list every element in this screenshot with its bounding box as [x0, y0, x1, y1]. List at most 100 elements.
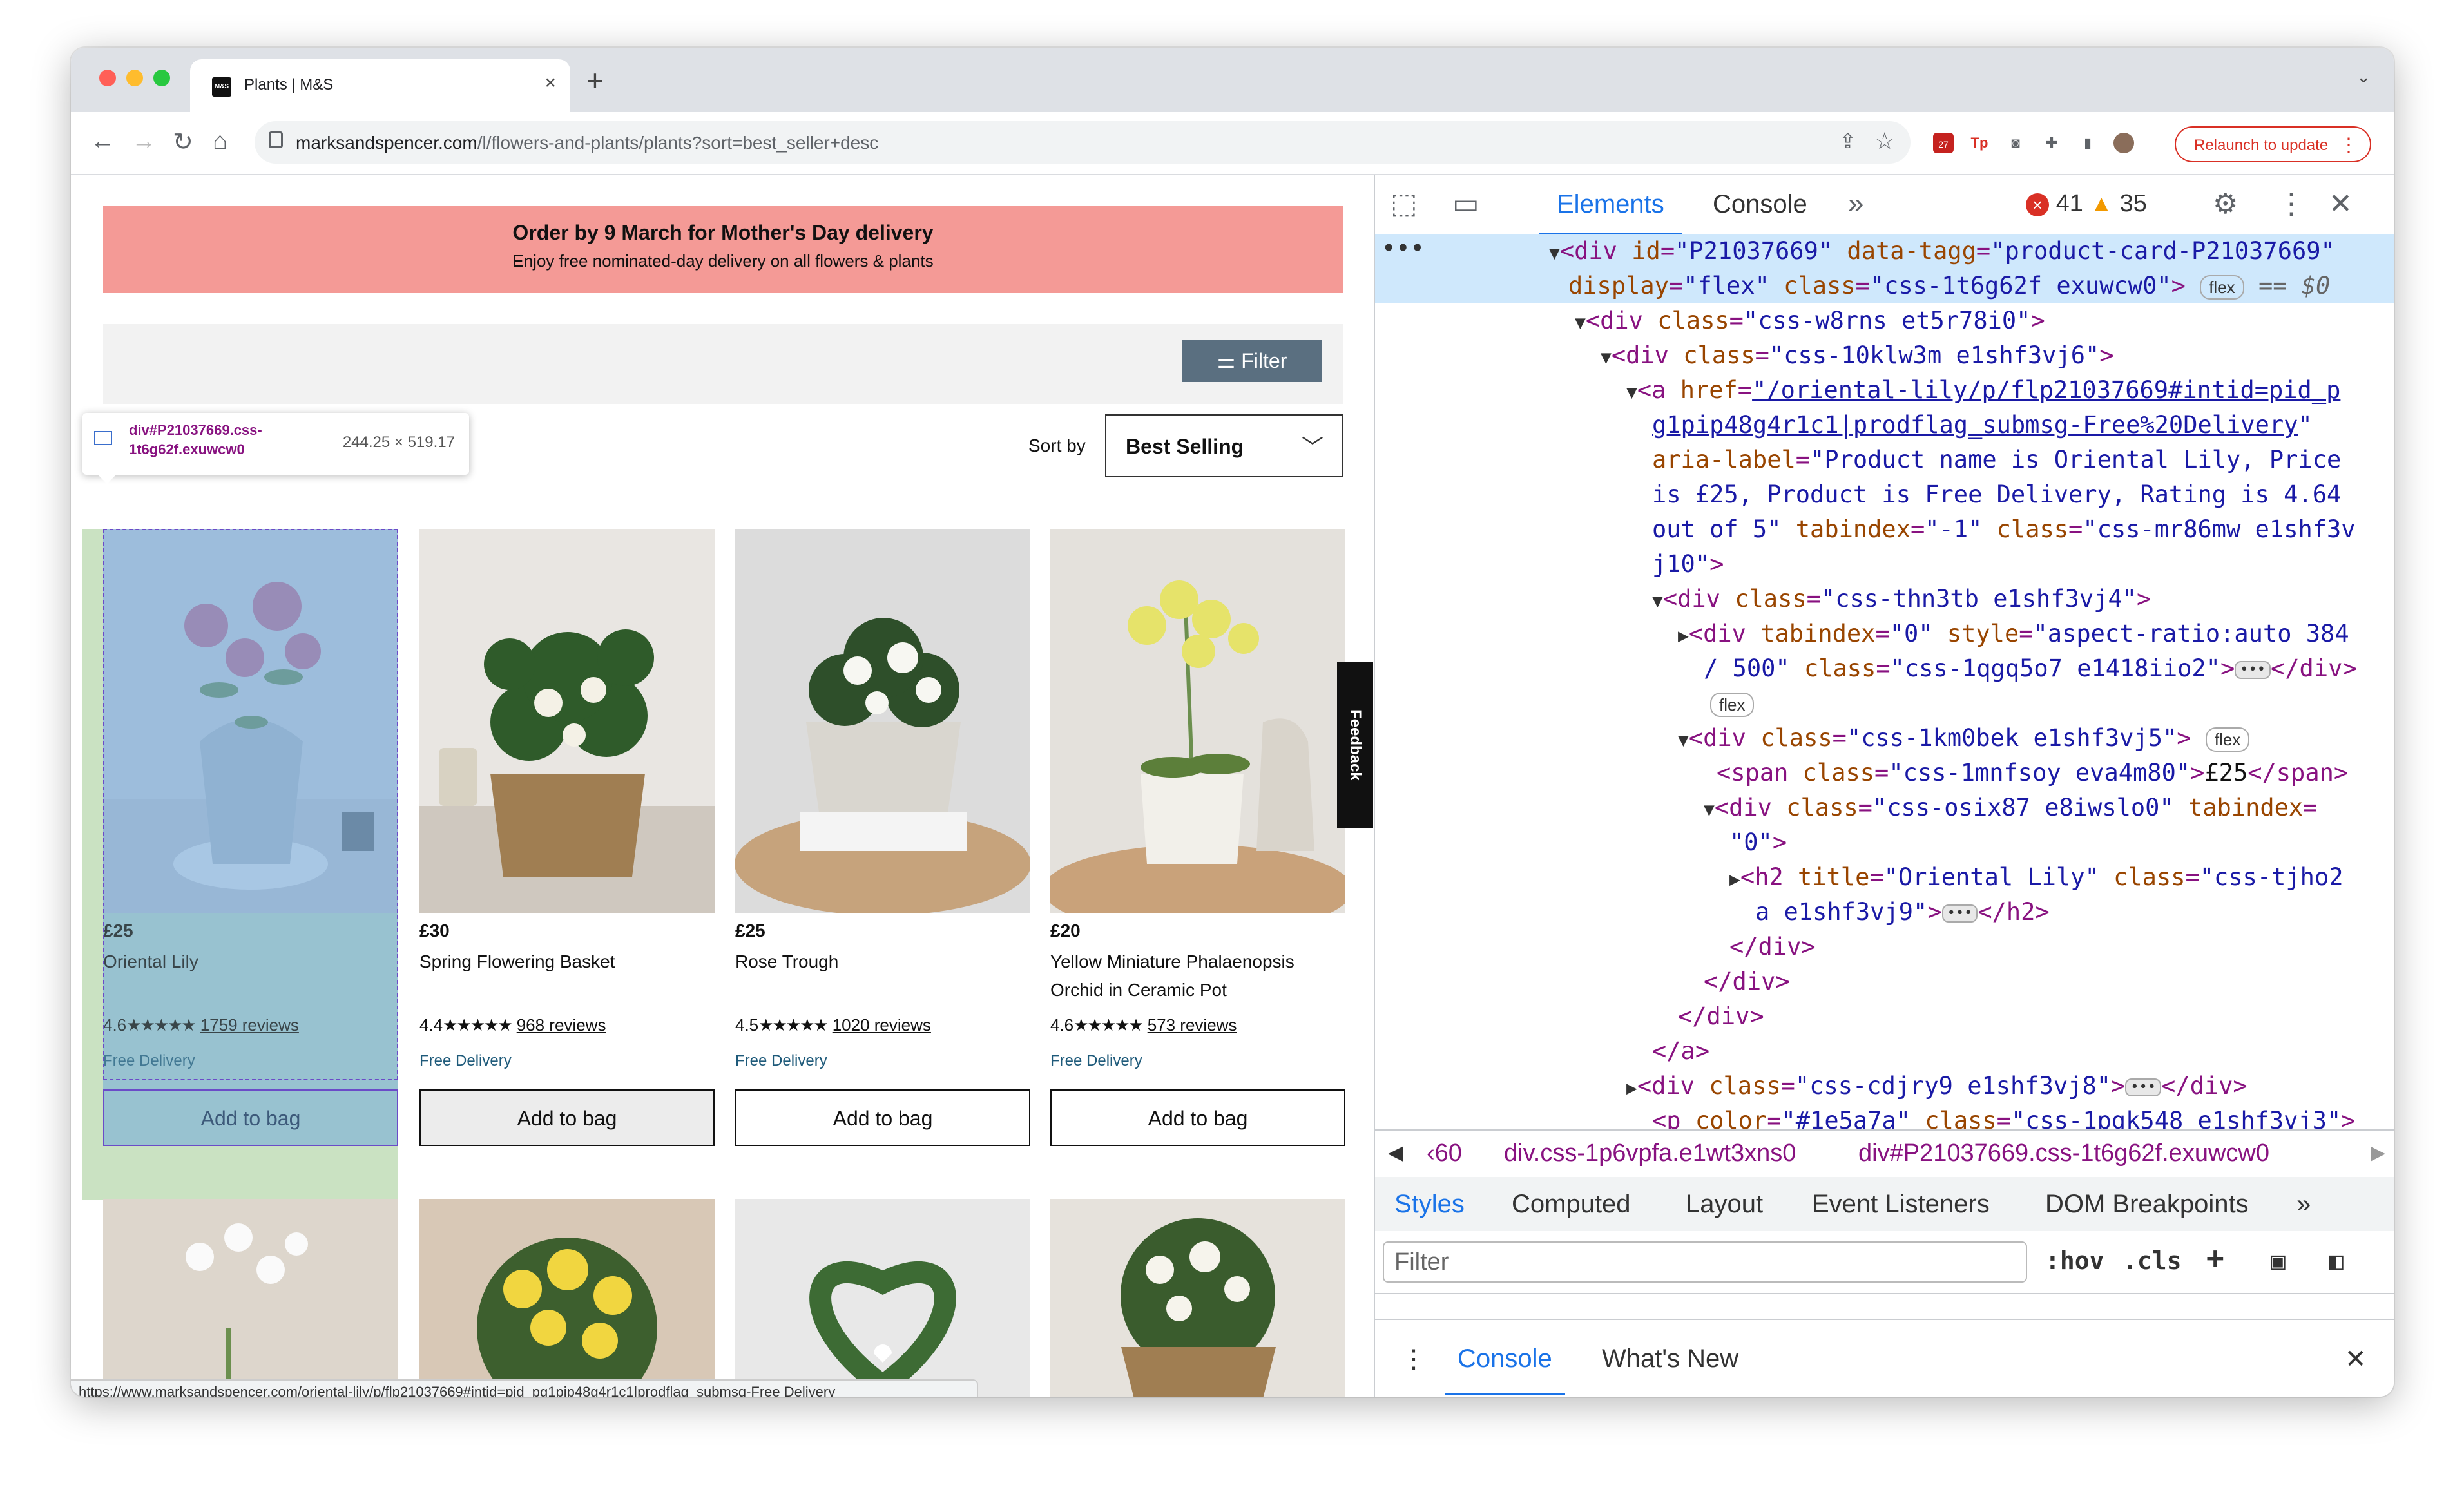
drawer-tab-console[interactable]: Console	[1445, 1344, 1565, 1395]
dom-node[interactable]: </a>	[1652, 1034, 1709, 1069]
dom-node[interactable]: display="flex" class="css-1t6g62f exuwcw…	[1568, 269, 2330, 303]
product-image-yellow-orchid[interactable]	[1050, 529, 1345, 913]
lock-icon[interactable]	[269, 131, 283, 148]
styles-filter-input[interactable]: Filter	[1383, 1241, 2027, 1283]
toggle-sidebar-icon[interactable]: ◧	[2329, 1247, 2344, 1275]
share-icon[interactable]: ⇪	[1839, 129, 1856, 153]
inspect-element-icon[interactable]: ⬚	[1391, 187, 1418, 220]
dom-node[interactable]: is £25, Product is Free Delivery, Rating…	[1652, 477, 2341, 512]
reviews-link[interactable]: 968 reviews	[517, 1015, 606, 1035]
bookmark-star-icon[interactable]: ☆	[1874, 128, 1895, 155]
product-image-white-flower-basket[interactable]	[1050, 1199, 1345, 1397]
extension-camera-icon[interactable]: ◙	[2005, 133, 2026, 153]
dom-node[interactable]: ▼<div class="css-10klw3m e1shf3vj6">	[1601, 338, 2114, 375]
dom-node[interactable]: g1pip48g4r1c1|prodflag_submsg-Free%20Del…	[1652, 408, 2313, 443]
dom-node[interactable]: a e1shf3vj9"> ••• </h2>	[1755, 895, 2050, 930]
paint-brush-icon[interactable]: ▣	[2271, 1247, 2286, 1275]
extensions-puzzle-icon[interactable]: ✚	[2041, 133, 2062, 153]
product-image-white-orchid[interactable]	[103, 1199, 398, 1397]
feedback-tab[interactable]: Feedback	[1337, 662, 1373, 828]
dom-node[interactable]: ▼<div class="css-thn3tb e1shf3vj4">	[1652, 582, 2151, 618]
drawer-tab-whats-new[interactable]: What's New	[1602, 1344, 1738, 1373]
new-style-rule-icon[interactable]: +	[2206, 1240, 2224, 1275]
error-warning-counter[interactable]: × 41 ▲ 35	[2026, 190, 2147, 218]
zoom-window-button[interactable]	[153, 70, 170, 86]
address-bar[interactable]: marksandspencer.com/l/flowers-and-plants…	[255, 121, 1911, 164]
reviews-link[interactable]: 1020 reviews	[833, 1015, 931, 1035]
product-card[interactable]: £25 Oriental Lily 4.6★★★★★ 1759 reviews F…	[103, 529, 398, 1146]
tab-elements[interactable]: Elements	[1539, 190, 1682, 236]
extension-badge-icon[interactable]: 27	[1933, 133, 1954, 153]
dom-node[interactable]: ▼<div class="css-1km0bek e1shf3vj5"> fle…	[1678, 721, 2250, 758]
more-tabs-chevron-icon[interactable]: »	[2296, 1190, 2311, 1219]
breadcrumb-item[interactable]: div.css-1p6vpfa.e1wt3xns0	[1504, 1131, 1796, 1176]
product-card[interactable]: £30 Spring Flowering Basket 4.4★★★★★ 968 …	[419, 529, 715, 1146]
node-ellipsis-icon[interactable]: •••	[1381, 234, 1425, 266]
elements-tree[interactable]: ••• ▼<div id="P21037669" data-tagg="prod…	[1375, 234, 2394, 1129]
product-image-rose-trough[interactable]	[735, 529, 1030, 913]
product-image-yellow-roses[interactable]	[419, 1199, 715, 1397]
tab-layout[interactable]: Layout	[1686, 1190, 1763, 1219]
reload-icon[interactable]: ↻	[173, 128, 193, 157]
product-image-heart-jasmine[interactable]	[735, 1199, 1030, 1397]
dom-node[interactable]: <p color="#1e5a7a" class="css-1pgk548 e1…	[1652, 1104, 2356, 1129]
extension-tp-icon[interactable]: Tp	[1969, 133, 1990, 153]
tab-styles[interactable]: Styles	[1381, 1190, 1477, 1234]
tab-computed[interactable]: Computed	[1512, 1190, 1631, 1219]
tab-search-chevron-icon[interactable]: ⌄	[2356, 67, 2371, 87]
scroll-left-icon[interactable]: ◀	[1388, 1131, 1403, 1176]
home-icon[interactable]: ⌂	[213, 128, 227, 155]
add-to-bag-button[interactable]: Add to bag	[735, 1089, 1030, 1146]
product-name[interactable]: Spring Flowering Basket	[419, 948, 715, 976]
dom-node[interactable]: ▶<div tabindex="0" style="aspect-ratio:a…	[1678, 617, 2349, 653]
dom-node[interactable]: ▶<h2 title="Oriental Lily" class="css-tj…	[1729, 860, 2344, 897]
dom-node[interactable]: ▼<a href="/oriental-lily/p/flp21037669#i…	[1626, 373, 2340, 410]
close-devtools-icon[interactable]: ✕	[2329, 187, 2353, 220]
add-to-bag-button[interactable]: Add to bag	[1050, 1089, 1345, 1146]
flex-badge[interactable]: flex	[1710, 686, 1755, 721]
device-toggle-icon[interactable]: ▭	[1452, 187, 1479, 220]
dom-node[interactable]: </div>	[1678, 999, 1764, 1034]
close-drawer-icon[interactable]: ✕	[2345, 1344, 2367, 1374]
forward-icon[interactable]: →	[131, 128, 156, 155]
dom-node[interactable]: "0">	[1729, 825, 1787, 860]
side-panel-icon[interactable]: ▮	[2077, 133, 2098, 153]
dom-node[interactable]: ▶<div class="css-cdjry9 e1shf3vj8"> ••• </…	[1626, 1069, 2247, 1105]
product-name[interactable]: Yellow Miniature Phalaenopsis Orchid in …	[1050, 948, 1345, 1004]
product-image-spring-flowering-basket[interactable]	[419, 529, 715, 913]
dom-node[interactable]: out of 5" tabindex="-1" class="css-mr86m…	[1652, 512, 2356, 547]
product-card[interactable]: £25 Rose Trough 4.5★★★★★ 1020 reviews Fre…	[735, 529, 1030, 1146]
hov-toggle[interactable]: :hov	[2045, 1247, 2104, 1275]
reviews-link[interactable]: 573 reviews	[1148, 1015, 1237, 1035]
profile-avatar[interactable]	[2113, 133, 2134, 153]
dom-node[interactable]: </div>	[1729, 930, 1816, 964]
dom-node[interactable]: </div>	[1704, 964, 1790, 999]
tab-console[interactable]: Console	[1713, 190, 1807, 219]
tab-dom-breakpoints[interactable]: DOM Breakpoints	[2045, 1190, 2249, 1219]
reviews-link[interactable]: 1759 reviews	[200, 1015, 299, 1035]
promo-banner[interactable]: Order by 9 March for Mother's Day delive…	[103, 206, 1343, 293]
filter-button[interactable]: ⚌ Filter	[1182, 340, 1322, 382]
settings-gear-icon[interactable]: ⚙	[2213, 187, 2238, 220]
dom-node[interactable]: / 500" class="css-1qgq5o7 e1418iio2"> •••…	[1704, 651, 2357, 686]
more-tabs-chevron-icon[interactable]: »	[1848, 187, 1863, 220]
drawer-menu-icon[interactable]: ⋮	[1401, 1344, 1427, 1374]
sort-select[interactable]: Best Selling ﹀	[1105, 414, 1343, 477]
product-name[interactable]: Oriental Lily	[103, 948, 398, 976]
cls-toggle[interactable]: .cls	[2122, 1247, 2182, 1275]
close-tab-icon[interactable]: ×	[544, 72, 556, 94]
browser-tab[interactable]: M&S Plants | M&S ×	[190, 59, 570, 112]
add-to-bag-button[interactable]: Add to bag	[103, 1089, 398, 1146]
relaunch-to-update-button[interactable]: Relaunch to update ⋮	[2175, 126, 2371, 162]
product-card[interactable]: £20 Yellow Miniature Phalaenopsis Orchid…	[1050, 529, 1345, 1146]
add-to-bag-button[interactable]: Add to bag	[419, 1089, 715, 1146]
dom-node[interactable]: j10">	[1652, 547, 1724, 582]
close-window-button[interactable]	[99, 70, 116, 86]
more-options-icon[interactable]: ⋮	[2277, 187, 2305, 220]
dom-node[interactable]: ▼<div id="P21037669" data-tagg="product-…	[1549, 234, 2335, 271]
product-name[interactable]: Rose Trough	[735, 948, 1030, 976]
dom-node[interactable]: aria-label="Product name is Oriental Lil…	[1652, 443, 2341, 477]
dom-node[interactable]: ▼<div class="css-w8rns et5r78i0">	[1575, 303, 2045, 340]
breadcrumb-item[interactable]: ‹60	[1427, 1131, 1462, 1176]
dom-node[interactable]: ▼<div class="css-osix87 e8iwslo0" tabind…	[1704, 790, 2318, 827]
